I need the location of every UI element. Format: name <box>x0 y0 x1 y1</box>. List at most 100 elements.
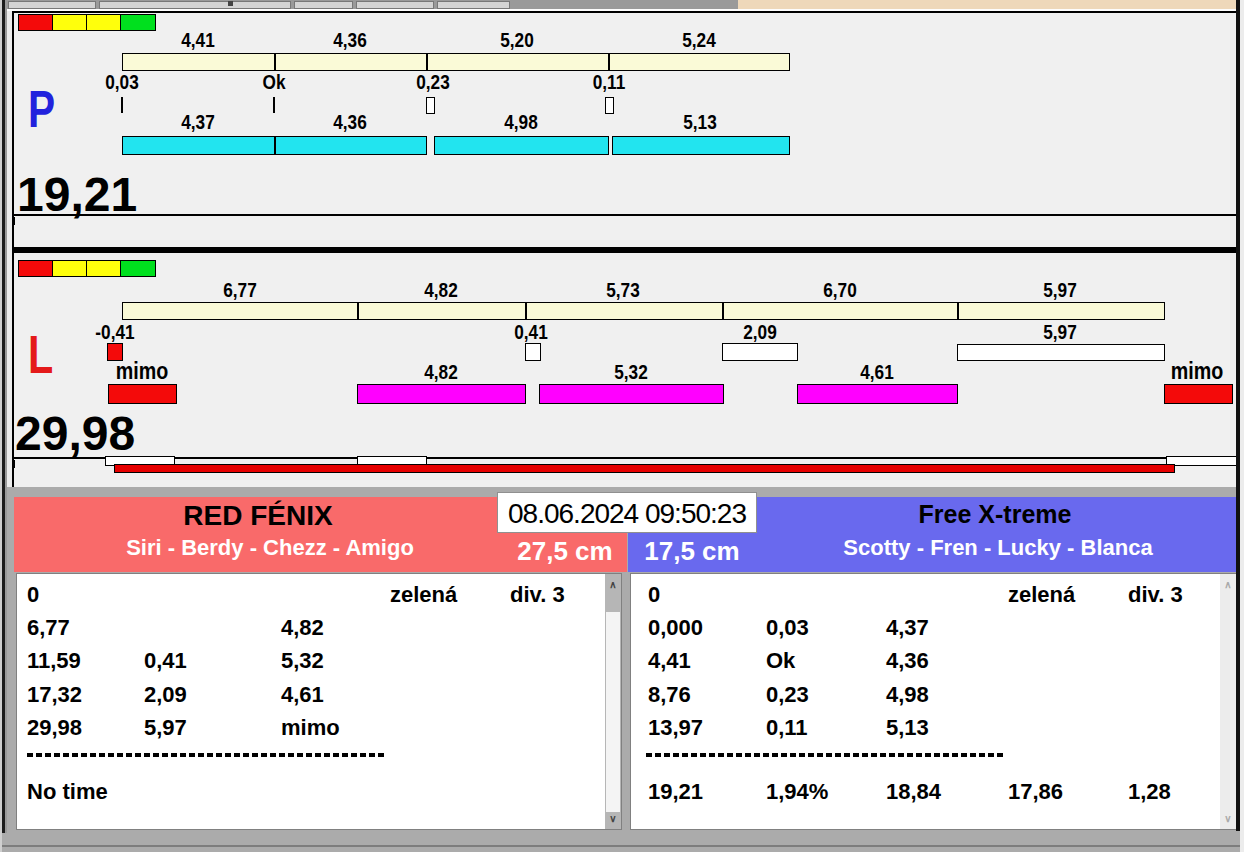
p-exchange-label: 0,03 <box>105 71 139 92</box>
team-left-category: 27,5 cm <box>517 538 612 564</box>
table-cell: zelená <box>1008 584 1075 606</box>
p-split-bar <box>434 136 609 155</box>
scroll-down-icon[interactable]: ∨ <box>1220 814 1236 824</box>
window-strip-segment <box>356 1 434 9</box>
l-fault-bar <box>1164 384 1233 404</box>
table-cell: 5,13 <box>886 717 929 739</box>
lane-p-total: 19,21 <box>17 171 137 219</box>
window-strip-caret <box>228 1 233 6</box>
scrollbar-thumb[interactable] <box>606 612 620 812</box>
l-bottom-split-label: 4,61 <box>860 361 894 382</box>
team-left-scrollbar[interactable]: ∧ ∨ <box>605 574 621 829</box>
table-separator <box>646 753 1006 757</box>
p-track-line <box>12 214 1238 216</box>
p-top-split-label: 4,41 <box>181 29 215 50</box>
status-box-red <box>18 14 53 31</box>
table-cell: 0 <box>27 584 39 606</box>
table-cell: 6,77 <box>27 617 70 639</box>
l-exchange-marker <box>525 343 541 361</box>
window-strip-segment <box>437 1 510 9</box>
table-cell: div. 3 <box>1128 584 1183 606</box>
table-cell: 5,32 <box>281 650 324 672</box>
l-exchange-marker <box>722 343 798 361</box>
team-left-members: Siri - Berdy - Chezz - Amigo <box>126 537 414 559</box>
status-box-yellow2 <box>86 14 121 31</box>
l-top-split-label: 5,97 <box>1043 279 1077 300</box>
l-bottom-split-label: 5,32 <box>614 361 648 382</box>
table-cell: 17,32 <box>27 684 82 706</box>
lane-l-total: 29,98 <box>15 410 135 458</box>
scroll-down-icon[interactable]: ∨ <box>605 814 621 824</box>
timing-app-window: { "colors": { "light_red": "#f40a0a", "l… <box>0 0 1244 852</box>
status-box-yellow1 <box>52 260 87 277</box>
section-divider <box>12 247 1238 253</box>
table-cell: 4,61 <box>281 684 324 706</box>
scoreboard-bottom-line <box>0 845 1244 847</box>
l-exchange-label: 0,41 <box>514 321 548 342</box>
window-strip-segment <box>294 1 353 9</box>
p-top-split-label: 5,20 <box>500 29 534 50</box>
table-cell: 13,97 <box>648 717 703 739</box>
team-right-result-cell: 18,84 <box>886 781 941 803</box>
window-strip-segment <box>99 1 291 9</box>
l-track-marker <box>1166 456 1237 466</box>
status-box-yellow2 <box>86 260 121 277</box>
lane-p-letter: P <box>28 83 55 135</box>
team-right-result-cell: 17,86 <box>1008 781 1063 803</box>
table-cell: 11,59 <box>27 650 81 672</box>
l-top-split-label: 6,70 <box>823 279 857 300</box>
p-split-bar <box>612 136 790 155</box>
p-top-split-label: 4,36 <box>333 29 367 50</box>
table-cell: 8,76 <box>648 684 691 706</box>
table-cell: mimo <box>281 717 340 739</box>
table-separator <box>27 753 387 757</box>
table-cell: 4,41 <box>648 650 691 672</box>
table-cell: div. 3 <box>510 584 565 606</box>
lane-l-letter: L <box>28 328 53 381</box>
scroll-up-icon[interactable]: ∧ <box>605 580 621 590</box>
l-bottom-label-mimo: mimo <box>116 359 168 383</box>
table-cell: 0,000 <box>648 617 703 639</box>
l-split-bar <box>539 384 724 404</box>
status-box-green <box>120 260 156 277</box>
status-box-green <box>120 14 156 31</box>
team-right-members: Scotty - Fren - Lucky - Blanca <box>843 537 1152 559</box>
p-bottom-split-label: 4,36 <box>333 111 367 132</box>
table-cell: 4,37 <box>886 617 929 639</box>
l-split-bar <box>357 384 526 404</box>
p-exchange-marker <box>426 97 435 114</box>
l-exchange-label: -0,41 <box>95 321 134 342</box>
l-fault-bar <box>108 384 177 404</box>
team-right-result-cell: 1,28 <box>1128 781 1171 803</box>
table-cell: 4,36 <box>886 650 929 672</box>
panel-left-border <box>12 11 14 487</box>
table-cell: 0,41 <box>144 650 187 672</box>
l-exchange-label: 2,09 <box>743 321 777 342</box>
window-right-edge-light <box>1240 0 1244 852</box>
table-cell: 4,98 <box>886 684 929 706</box>
team-left-name: RED FÉNIX <box>183 502 332 530</box>
p-split-bar <box>122 136 275 155</box>
l-bottom-label-mimo: mimo <box>1171 359 1223 383</box>
table-cell: Ok <box>766 650 795 672</box>
l-exchange-label: 5,97 <box>1043 321 1077 342</box>
team-right-name: Free X-treme <box>919 502 1072 527</box>
table-cell: zelená <box>390 584 457 606</box>
p-exchange-label: 0,23 <box>416 71 450 92</box>
l-top-split-label: 6,77 <box>223 279 257 300</box>
team-left-result: No time <box>27 781 108 803</box>
l-progress-bar <box>114 464 1175 473</box>
scroll-up-icon[interactable]: ∧ <box>1220 580 1236 590</box>
team-right-result-cell: 19,21 <box>648 781 703 803</box>
team-right-scrollbar[interactable]: ∧ ∨ <box>1220 574 1236 829</box>
l-bottom-split-label: 4,82 <box>424 361 458 382</box>
p-split-ruler <box>122 53 790 71</box>
table-cell: 5,97 <box>144 717 187 739</box>
table-cell: 0,11 <box>766 717 808 739</box>
team-right-category: 17,5 cm <box>644 538 739 564</box>
p-exchange-marker <box>605 97 614 114</box>
window-top-strip-peach <box>738 0 1238 9</box>
p-exchange-label: Ok <box>263 71 286 92</box>
p-split-bar <box>275 136 427 155</box>
table-cell: 0 <box>648 584 660 606</box>
